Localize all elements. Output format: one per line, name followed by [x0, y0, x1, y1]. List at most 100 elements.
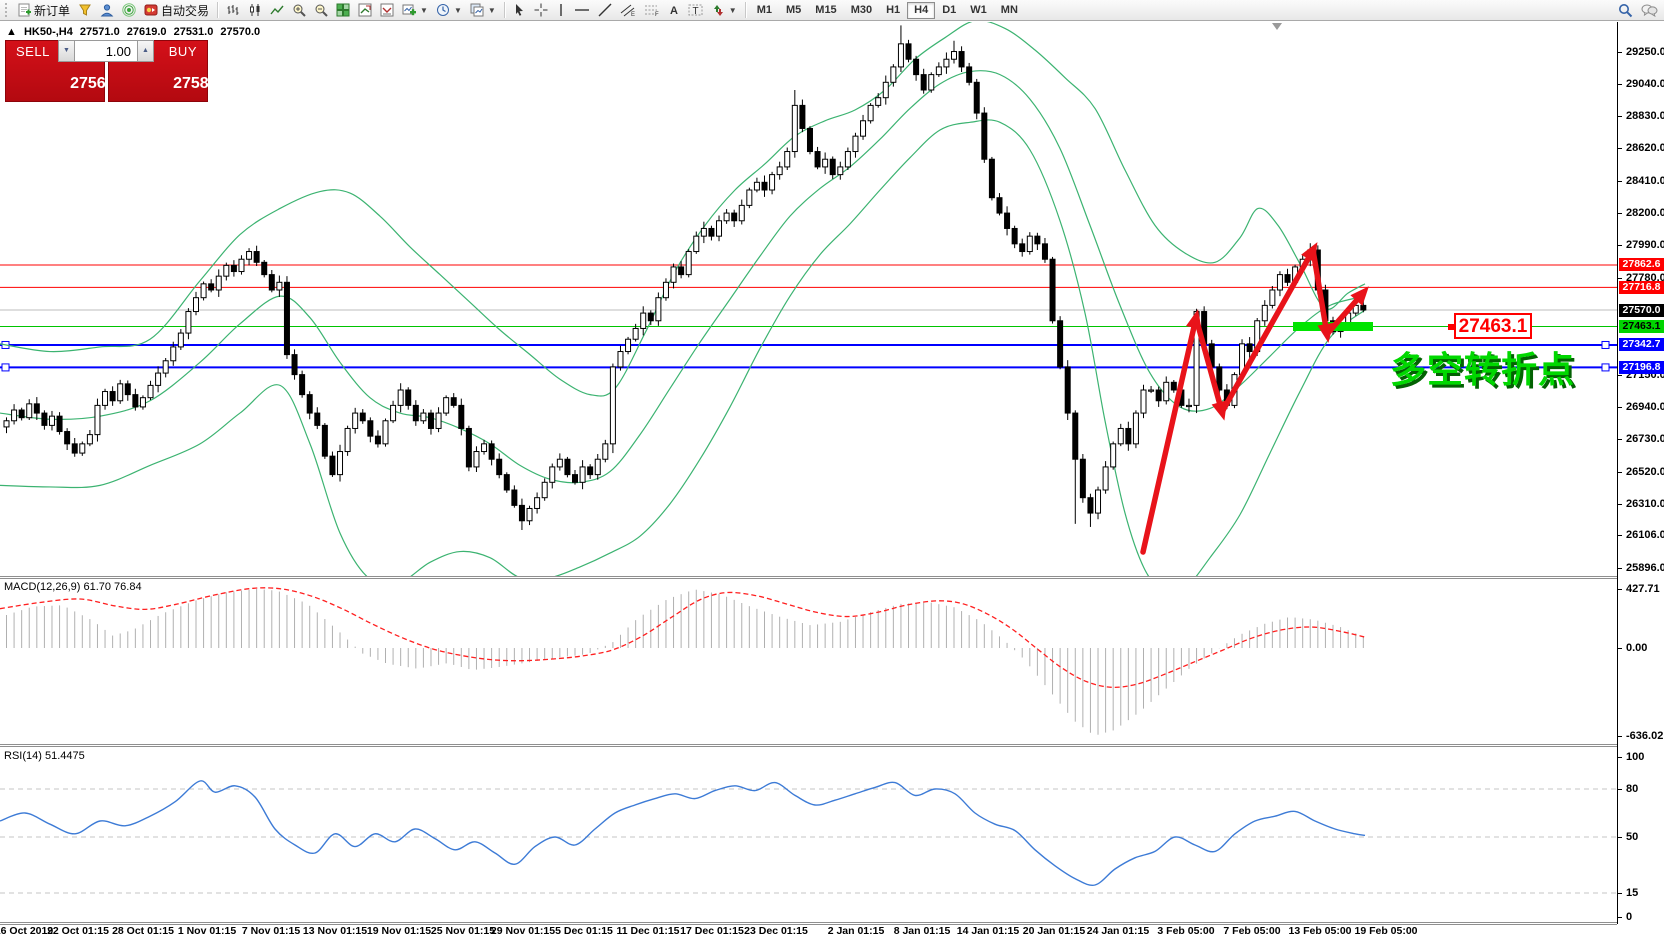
price-line-label: 27862.6: [1619, 258, 1664, 271]
price-line-label: 27570.0: [1619, 304, 1664, 317]
periods-button[interactable]: ▼: [432, 1, 466, 19]
rsi-tick: [1617, 789, 1622, 790]
main-chart[interactable]: [0, 22, 1617, 576]
line-chart-button[interactable]: [266, 1, 288, 19]
sonar-icon: [122, 3, 136, 17]
macd-label: MACD(12,26,9) 61.70 76.84: [4, 581, 142, 593]
date-label: 23 Dec 01:15: [744, 925, 808, 937]
price-tick: [1617, 568, 1622, 569]
turning-point-annotation[interactable]: 多空转折点: [1390, 341, 1575, 393]
rsi-panel[interactable]: [0, 747, 1617, 922]
auto-trading-button[interactable]: 自动交易: [140, 1, 213, 19]
ohlc-close: 27570.0: [220, 26, 260, 38]
svg-text:A: A: [670, 5, 678, 17]
date-label: 13 Feb 05:00: [1288, 925, 1351, 937]
rsi-tick-label: 80: [1626, 783, 1638, 795]
search-icon: [1618, 3, 1633, 18]
horizontal-line-icon: [574, 3, 590, 17]
toolbar-grip[interactable]: [5, 3, 11, 17]
vertical-line-tool-button[interactable]: [552, 1, 570, 19]
svg-text:T: T: [692, 6, 698, 17]
fibonacci-tool-button[interactable]: F: [640, 1, 664, 19]
ohlc-open: 27571.0: [80, 26, 120, 38]
templates-button[interactable]: ▼: [466, 1, 500, 19]
new-chart-button[interactable]: ▼: [398, 1, 432, 19]
svg-text:F: F: [655, 12, 659, 17]
date-label: 8 Jan 01:15: [894, 925, 951, 937]
clock-icon: [436, 3, 450, 17]
tf-button-M15[interactable]: M15: [808, 2, 843, 19]
chat-button[interactable]: [1637, 1, 1662, 19]
toolbar-separator: [745, 2, 746, 18]
chat-icon: [1641, 3, 1658, 17]
new-order-button[interactable]: 新订单: [14, 1, 74, 19]
trendline-tool-button[interactable]: [594, 1, 616, 19]
date-label: 25 Nov 01:15: [431, 925, 495, 937]
tf-button-W1[interactable]: W1: [963, 2, 994, 19]
search-button[interactable]: [1614, 1, 1637, 19]
toolbar: 新订单 自动交易 ▼ ▼ ▼ E F: [0, 0, 1664, 21]
date-label: 19 Feb 05:00: [1354, 925, 1417, 937]
collapse-arrow-icon[interactable]: ▲: [6, 26, 17, 38]
candlestick-chart-button[interactable]: [244, 1, 266, 19]
tf-button-H1[interactable]: H1: [879, 2, 907, 19]
price-callout-label[interactable]: 27463.1: [1454, 313, 1532, 339]
date-label: 7 Feb 05:00: [1223, 925, 1280, 937]
buy-price: 27583.5: [158, 62, 256, 99]
zoom-out-button[interactable]: [310, 1, 332, 19]
volume-increase-button[interactable]: ▲: [137, 40, 154, 62]
tf-button-MN[interactable]: MN: [994, 2, 1025, 19]
date-label: 7 Nov 01:15: [242, 925, 300, 937]
rsi-tick-label: 0: [1626, 911, 1632, 923]
tf-button-D1[interactable]: D1: [935, 2, 963, 19]
market-depth-button[interactable]: [74, 1, 96, 19]
arrows-tool-button[interactable]: ▼: [707, 1, 741, 19]
toolbar-separator: [504, 2, 505, 18]
rsi-tick: [1617, 893, 1622, 894]
macd-tick: [1617, 736, 1622, 737]
macd-tick: [1617, 648, 1622, 649]
date-label: 22 Oct 01:15: [47, 925, 109, 937]
tf-button-M30[interactable]: M30: [844, 2, 879, 19]
price-line-label: 27342.7: [1619, 338, 1664, 351]
tf-button-M5[interactable]: M5: [779, 2, 808, 19]
bollinger-middle: [0, 71, 1365, 483]
chart-arrow-down-icon: [380, 3, 394, 17]
price-tick-label: 26730.0: [1626, 433, 1664, 445]
zoom-in-button[interactable]: [288, 1, 310, 19]
timeframe-group: M1M5M15M30H1H4D1W1MN: [750, 2, 1025, 19]
crosshair-tool-button[interactable]: [530, 1, 552, 19]
date-label: 14 Jan 01:15: [957, 925, 1019, 937]
tf-button-M1[interactable]: M1: [750, 2, 779, 19]
macd-tick-label: 427.71: [1626, 583, 1660, 595]
chart-shift-marker-icon[interactable]: [1272, 23, 1282, 30]
macd-panel[interactable]: [0, 579, 1617, 744]
price-tick: [1617, 535, 1622, 536]
tile-windows-button[interactable]: [332, 1, 354, 19]
funnel-icon: [78, 3, 92, 17]
bar-chart-button[interactable]: [222, 1, 244, 19]
new-chart-icon: [402, 3, 416, 17]
date-label: 13 Nov 01:15: [303, 925, 367, 937]
templates-caret-icon: ▼: [488, 6, 496, 15]
separate-window-button[interactable]: [376, 1, 398, 19]
volume-input[interactable]: [75, 40, 137, 62]
price-tick-label: 27990.0: [1626, 239, 1664, 251]
text-label-tool-button[interactable]: T: [684, 1, 707, 19]
price-callout-handle[interactable]: [1448, 324, 1454, 330]
cursor-tool-button[interactable]: [509, 1, 530, 19]
volume-decrease-button[interactable]: ▼: [58, 40, 75, 62]
zoom-in-icon: [292, 3, 306, 17]
community-button[interactable]: [96, 1, 118, 19]
text-label-icon: T: [688, 3, 703, 17]
indicators-window-button[interactable]: [354, 1, 376, 19]
text-tool-button[interactable]: A: [664, 1, 684, 19]
signals-button[interactable]: [118, 1, 140, 19]
rsi-tick-label: 50: [1626, 831, 1638, 843]
channel-tool-button[interactable]: E: [616, 1, 640, 19]
tf-button-H4[interactable]: H4: [907, 2, 935, 19]
horizontal-line-tool-button[interactable]: [570, 1, 594, 19]
price-tick: [1617, 472, 1622, 473]
price-line-label: 27463.1: [1619, 320, 1664, 333]
line-chart-icon: [270, 3, 284, 17]
